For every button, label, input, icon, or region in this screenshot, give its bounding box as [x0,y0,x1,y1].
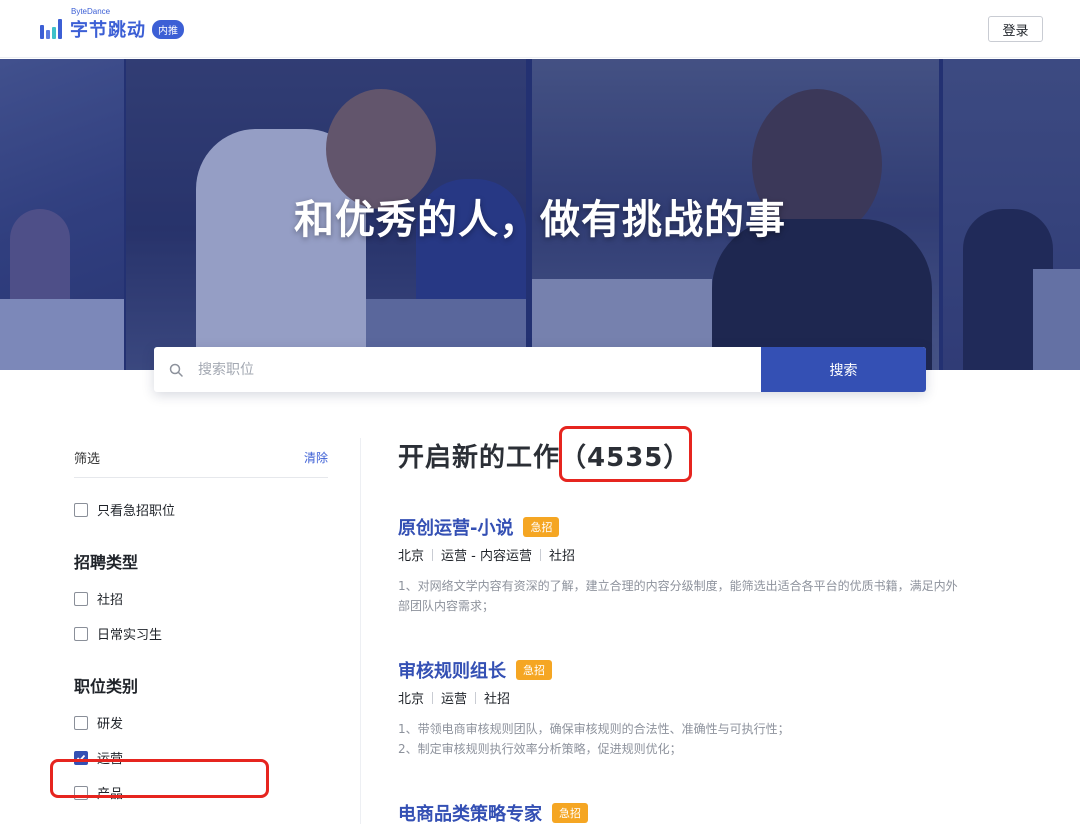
bytedance-logo[interactable]: ByteDance 字节跳动 内推 [40,7,184,44]
checkbox-icon[interactable] [74,502,88,517]
job-description: 1、对网络文学内容有资深的了解，建立合理的内容分级制度，能筛选出适合各平台的优质… [398,576,1018,616]
job-type: 社招 [484,692,511,707]
checkbox-icon[interactable] [74,715,88,730]
job-category: 运营 - 内容运营 [441,549,532,564]
search-icon [154,347,198,392]
top-header: ByteDance 字节跳动 内推 登录 [0,0,1080,58]
search-input[interactable] [198,347,761,392]
job-category: 运营 [441,692,468,707]
job-title[interactable]: 审核规则组长 [398,657,506,683]
urgent-badge: 急招 [516,660,552,680]
filter-option-intern[interactable]: 日常实习生 [74,616,328,651]
bytedance-logo-icon [40,19,64,39]
filter-option-rnd[interactable]: 研发 [74,705,328,740]
filter-option-social-hire[interactable]: 社招 [74,581,328,616]
job-city: 北京 [398,692,425,707]
job-type: 社招 [548,549,575,564]
job-city: 北京 [398,549,425,564]
urgent-only-checkbox[interactable]: 只看急招职位 [74,492,328,527]
checkbox-icon[interactable] [74,626,88,641]
listing-title-text: 开启新的工作 [398,443,561,473]
logo-subtitle: ByteDance [71,7,111,16]
login-button[interactable]: 登录 [988,16,1043,42]
listing-title: 开启新的工作（4535） [398,437,690,474]
checkbox-label: 社招 [97,593,124,608]
hero-banner: 和优秀的人，做有挑战的事 [0,59,1080,370]
job-card[interactable]: 电商品类策略专家 急招 [398,801,1018,824]
sidebar-divider [360,438,361,824]
urgent-badge: 急招 [523,517,560,537]
search-button[interactable]: 搜索 [761,347,926,392]
filter-group-title: 招聘类型 [74,553,139,572]
divider [475,691,477,704]
description-line: 1、对网络文学内容有资深的了解，建立合理的内容分级制度，能筛选出适合各平台的优质… [398,579,958,593]
hero-title: 和优秀的人，做有挑战的事 [294,197,786,243]
job-meta: 北京 运营 社招 [398,688,1018,707]
job-search-bar: 搜索 [154,347,926,392]
job-count: （4535） [560,443,691,473]
divider [432,548,434,561]
job-card[interactable]: 原创运营-小说 急招 北京 运营 - 内容运营 社招 1、对网络文学内容有资深的… [398,515,1018,616]
filter-group-title: 职位类别 [74,677,139,696]
description-line: 1、带领电商审核规则团队，确保审核规则的合法性、准确性与可执行性； [398,722,790,736]
highlight-box [50,759,269,798]
checkbox-label: 研发 [97,717,124,732]
clear-filters-link[interactable]: 清除 [304,449,328,466]
job-card[interactable]: 审核规则组长 急招 北京 运营 社招 1、带领电商审核规则团队，确保审核规则的合… [398,658,1018,759]
description-line: 2、制定审核规则执行效率分析策略，促进规则优化； [398,742,682,756]
job-meta: 北京 运营 - 内容运营 社招 [398,545,1018,564]
filter-sidebar: 筛选 清除 只看急招职位 招聘类型 社招 日常实习生 职位类别 研发 运营 产品 [74,438,328,810]
job-title[interactable]: 电商品类策略专家 [398,800,542,824]
checkbox-label: 日常实习生 [97,628,163,643]
checkbox-label: 只看急招职位 [97,504,176,519]
filter-header: 筛选 清除 [74,438,328,478]
job-title[interactable]: 原创运营-小说 [398,514,513,540]
referral-badge: 内推 [152,19,184,39]
urgent-badge: 急招 [552,803,588,823]
divider [539,548,541,561]
divider [432,691,434,704]
filter-heading: 筛选 [74,452,101,467]
job-description: 1、带领电商审核规则团队，确保审核规则的合法性、准确性与可执行性； 2、制定审核… [398,719,1018,759]
checkbox-icon[interactable] [74,591,88,606]
logo-wordmark: 字节跳动 [70,20,146,41]
description-line: 部团队内容需求； [398,599,495,613]
